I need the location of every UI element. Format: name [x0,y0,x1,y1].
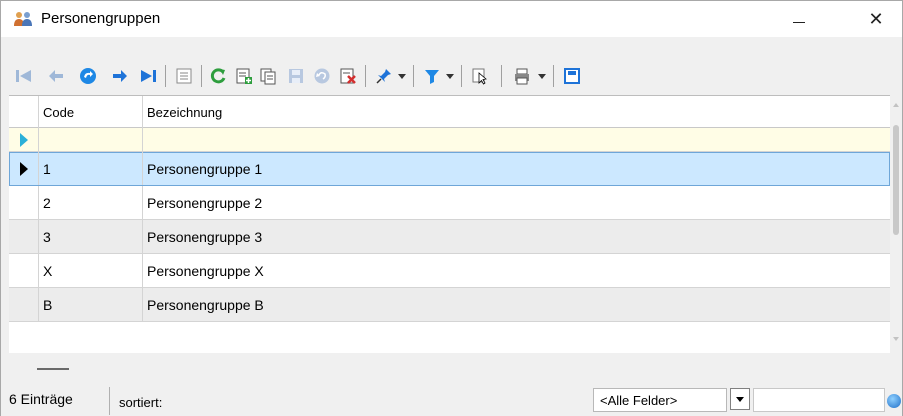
filter-icon [425,70,439,84]
layout-save-button[interactable] [561,65,583,87]
add-record-button[interactable] [233,65,255,87]
print-dropdown-button[interactable] [537,65,547,87]
vertical-scrollbar[interactable] [890,95,902,353]
next-record-button[interactable] [109,65,131,87]
undo-icon [314,68,330,84]
toolbar-separator [201,65,202,87]
toolbar-separator [553,65,554,87]
first-record-button[interactable] [13,65,35,87]
toolbar-separator [413,65,414,87]
toolbar-separator [165,65,166,87]
field-filter-select[interactable]: <Alle Felder> [593,388,727,412]
cell-bezeichnung[interactable]: Personengruppe 3 [143,220,890,253]
row-indicator [9,128,39,151]
cell-bezeichnung[interactable]: Personengruppe X [143,254,890,287]
table-row[interactable]: B Personengruppe B [9,288,890,322]
scroll-thumb[interactable] [893,125,899,235]
cell-bezeichnung[interactable]: Personengruppe B [143,288,890,321]
add-record-icon [236,68,252,84]
row-indicator [9,220,39,253]
cursor-select-icon [472,68,487,85]
new-record-row[interactable] [9,128,890,152]
scroll-down-icon[interactable] [893,337,899,341]
arrow-right-icon [113,70,127,82]
pin-button[interactable] [373,65,395,87]
print-icon [515,68,529,85]
close-icon: ✕ [868,8,884,29]
cell-bezeichnung[interactable]: Personengruppe 2 [143,186,890,219]
layout-save-icon [564,68,580,84]
column-header-code[interactable]: Code [39,96,143,128]
row-indicator [9,254,39,287]
undo-button[interactable] [311,65,333,87]
cell-bezeichnung[interactable]: Personengruppe 1 [143,152,890,185]
print-button[interactable] [511,65,533,87]
table-row[interactable]: 3 Personengruppe 3 [9,220,890,254]
current-row-arrow-icon [19,161,28,176]
data-grid: Code Bezeichnung 1 Personengruppe 1 2 Pe… [9,95,890,353]
personengruppen-window: Personengruppen ✕ Code Bezeichnung 1 Per… [0,0,903,416]
scroll-up-icon[interactable] [893,103,899,107]
new-row-arrow-icon [19,132,28,147]
table-row[interactable]: 1 Personengruppe 1 [9,152,890,186]
header-indicator-cell [9,96,39,128]
filter-button[interactable] [421,65,443,87]
form-view-icon [176,68,192,84]
save-icon [289,69,303,83]
copy-record-icon [260,68,276,85]
title-bar: Personengruppen ✕ [1,1,902,37]
toolbar-separator [461,65,462,87]
toolbar-separator [501,65,502,87]
cursor-select-button[interactable] [469,65,491,87]
save-record-button[interactable] [285,65,307,87]
form-view-button[interactable] [173,65,195,87]
status-divider [109,387,110,415]
arrow-left-icon [49,70,63,82]
status-bar: 6 Einträge sortiert: <Alle Felder> [1,385,902,416]
delete-record-icon [340,68,356,84]
delete-record-button[interactable] [337,65,359,87]
table-row[interactable]: X Personengruppe X [9,254,890,288]
toolbar-separator [365,65,366,87]
record-count: 6 Einträge [9,391,73,407]
cell-code[interactable]: B [39,288,143,321]
filter-dropdown-button[interactable] [445,65,455,87]
search-globe-icon[interactable] [887,394,901,408]
skip-to-last-icon [141,70,156,82]
minimize-icon [793,21,805,23]
cell-bezeichnung[interactable] [143,128,890,151]
splitter-handle[interactable] [37,368,69,370]
refresh-icon [210,68,226,84]
copy-record-button[interactable] [257,65,279,87]
grid-header: Code Bezeichnung [9,96,890,128]
previous-record-button[interactable] [45,65,67,87]
search-input[interactable] [753,388,885,412]
field-filter-value: <Alle Felder> [600,392,678,408]
pin-icon [376,69,391,84]
close-button[interactable]: ✕ [853,1,899,37]
minimize-button[interactable] [776,1,822,37]
row-indicator [9,288,39,321]
cell-code[interactable]: 2 [39,186,143,219]
table-row[interactable]: 2 Personengruppe 2 [9,186,890,220]
skip-to-first-icon [16,70,31,82]
column-header-bezeichnung[interactable]: Bezeichnung [143,96,890,128]
row-indicator [9,152,39,185]
last-record-button[interactable] [137,65,159,87]
sort-label: sortiert: [119,395,163,410]
refresh-button[interactable] [207,65,229,87]
pin-dropdown-button[interactable] [397,65,407,87]
cell-code[interactable]: 3 [39,220,143,253]
cell-code[interactable]: 1 [39,152,143,185]
window-title: Personengruppen [41,10,161,27]
cell-code[interactable]: X [39,254,143,287]
goto-record-button[interactable] [77,65,99,87]
cell-code[interactable] [39,128,143,151]
toolbar [1,37,902,95]
row-indicator [9,186,39,219]
people-group-icon [14,12,32,26]
goto-arrow-icon [80,68,96,84]
field-filter-dropdown-button[interactable] [730,388,750,410]
